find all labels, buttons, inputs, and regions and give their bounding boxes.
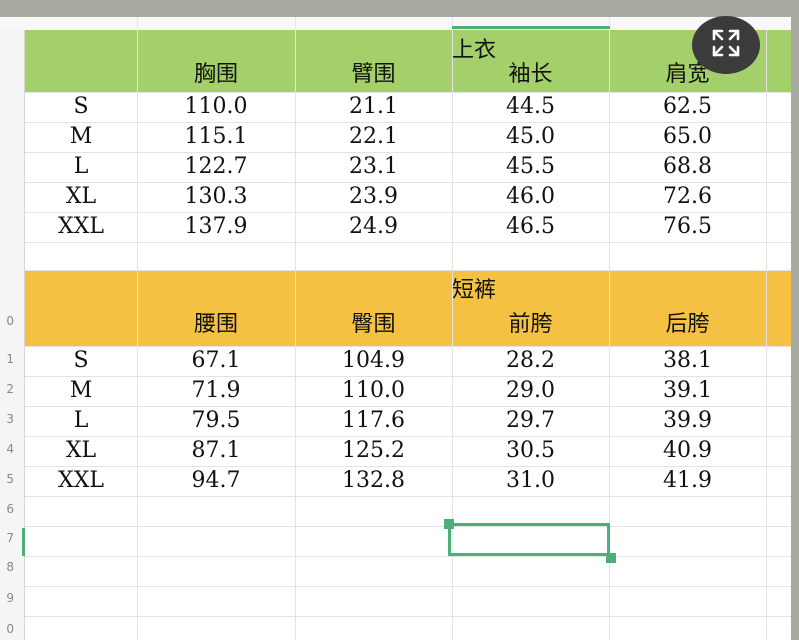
- value-cell[interactable]: 94.7: [137, 466, 295, 496]
- value-cell[interactable]: 28.2: [452, 346, 609, 376]
- grid-line: [25, 270, 791, 271]
- value-cell[interactable]: 41.9: [609, 466, 766, 496]
- size-cell[interactable]: XXL: [25, 212, 137, 242]
- window-top-bar: [0, 0, 799, 17]
- value-cell[interactable]: 39.1: [609, 376, 766, 406]
- value-cell[interactable]: 104.9: [295, 346, 452, 376]
- row-number[interactable]: 1: [0, 352, 14, 366]
- row-number[interactable]: 3: [0, 412, 14, 426]
- value-cell[interactable]: 67.1: [137, 346, 295, 376]
- value-cell[interactable]: 31.0: [452, 466, 609, 496]
- selection-handle-top-left[interactable]: [444, 519, 454, 529]
- value-cell[interactable]: 46.0: [452, 182, 609, 212]
- value-cell[interactable]: 22.1: [295, 122, 452, 152]
- size-cell[interactable]: XL: [25, 436, 137, 466]
- value-cell[interactable]: 24.9: [295, 212, 452, 242]
- value-cell[interactable]: 62.5: [609, 92, 766, 122]
- size-cell[interactable]: XXL: [25, 466, 137, 496]
- row-number[interactable]: 0: [0, 622, 14, 636]
- value-cell[interactable]: 40.9: [609, 436, 766, 466]
- value-cell[interactable]: 87.1: [137, 436, 295, 466]
- row-number[interactable]: 5: [0, 472, 14, 486]
- section-title-shorts[interactable]: 短裤: [452, 272, 496, 304]
- value-cell[interactable]: 132.8: [295, 466, 452, 496]
- grid-line: [25, 496, 791, 497]
- size-cell[interactable]: M: [25, 122, 137, 152]
- value-cell[interactable]: 68.8: [609, 152, 766, 182]
- value-cell[interactable]: 44.5: [452, 92, 609, 122]
- grid-line: [25, 556, 791, 557]
- size-cell[interactable]: S: [25, 92, 137, 122]
- value-cell[interactable]: 117.6: [295, 406, 452, 436]
- size-cell[interactable]: L: [25, 152, 137, 182]
- value-cell[interactable]: 65.0: [609, 122, 766, 152]
- selection-fill-handle[interactable]: [606, 553, 616, 563]
- value-cell[interactable]: 72.6: [609, 182, 766, 212]
- grid-line: [25, 526, 791, 527]
- row-number[interactable]: 4: [0, 442, 14, 456]
- value-cell[interactable]: 23.1: [295, 152, 452, 182]
- value-cell[interactable]: 71.9: [137, 376, 295, 406]
- value-cell[interactable]: 21.1: [295, 92, 452, 122]
- size-cell[interactable]: XL: [25, 182, 137, 212]
- header-cell[interactable]: 臂围: [295, 60, 452, 90]
- header-cell[interactable]: 胸围: [137, 60, 295, 90]
- value-cell[interactable]: 130.3: [137, 182, 295, 212]
- value-cell[interactable]: 29.0: [452, 376, 609, 406]
- header-cell[interactable]: 臀围: [295, 310, 452, 340]
- value-cell[interactable]: 79.5: [137, 406, 295, 436]
- value-cell[interactable]: 110.0: [137, 92, 295, 122]
- value-cell[interactable]: 110.0: [295, 376, 452, 406]
- value-cell[interactable]: 39.9: [609, 406, 766, 436]
- row-number[interactable]: 7: [0, 531, 14, 545]
- value-cell[interactable]: 46.5: [452, 212, 609, 242]
- value-cell[interactable]: 115.1: [137, 122, 295, 152]
- row-number[interactable]: 8: [0, 560, 14, 574]
- row-number[interactable]: 0: [0, 314, 14, 328]
- value-cell[interactable]: 122.7: [137, 152, 295, 182]
- row-number[interactable]: 2: [0, 382, 14, 396]
- grid-line: [25, 586, 791, 587]
- fullscreen-button[interactable]: [692, 16, 760, 74]
- row-number[interactable]: 6: [0, 502, 14, 516]
- grid-line: [25, 242, 791, 243]
- grid-line: [25, 616, 791, 617]
- row-number[interactable]: 9: [0, 591, 14, 605]
- value-cell[interactable]: 38.1: [609, 346, 766, 376]
- active-column-indicator: [452, 26, 610, 29]
- header-cell[interactable]: 腰围: [137, 310, 295, 340]
- value-cell[interactable]: 45.5: [452, 152, 609, 182]
- value-cell[interactable]: 29.7: [452, 406, 609, 436]
- value-cell[interactable]: 45.0: [452, 122, 609, 152]
- cell-selection-box[interactable]: [448, 523, 610, 556]
- column-header-strip: [0, 17, 799, 31]
- size-cell[interactable]: M: [25, 376, 137, 406]
- value-cell[interactable]: 137.9: [137, 212, 295, 242]
- value-cell[interactable]: 76.5: [609, 212, 766, 242]
- value-cell[interactable]: 30.5: [452, 436, 609, 466]
- header-cell[interactable]: 后胯: [609, 310, 766, 340]
- header-cell[interactable]: 袖长: [452, 60, 609, 90]
- value-cell[interactable]: 125.2: [295, 436, 452, 466]
- header-cell[interactable]: 前胯: [452, 310, 609, 340]
- size-cell[interactable]: L: [25, 406, 137, 436]
- size-cell[interactable]: S: [25, 346, 137, 376]
- active-row-indicator: [22, 528, 25, 556]
- value-cell[interactable]: 23.9: [295, 182, 452, 212]
- fullscreen-expand-icon: [711, 28, 741, 62]
- window-right-edge: [791, 17, 799, 640]
